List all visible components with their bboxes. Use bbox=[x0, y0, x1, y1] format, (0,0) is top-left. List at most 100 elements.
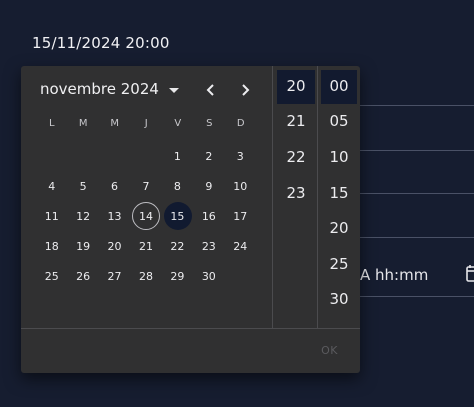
chevron-right-icon bbox=[242, 84, 250, 96]
day-cell[interactable]: 16 bbox=[193, 201, 224, 231]
form-divider bbox=[360, 150, 474, 151]
calendar-divider bbox=[272, 66, 273, 328]
day-cell[interactable]: 21 bbox=[130, 231, 161, 261]
month-selector[interactable]: novembre 2024 bbox=[40, 80, 179, 98]
time-format-placeholder: A hh:mm bbox=[360, 266, 429, 284]
day-number: 21 bbox=[138, 239, 153, 253]
day-cell[interactable]: 28 bbox=[130, 261, 161, 291]
actions-divider bbox=[21, 328, 360, 329]
hour-option[interactable]: 22 bbox=[274, 139, 318, 175]
day-number: 12 bbox=[76, 209, 91, 223]
empty-day-cell bbox=[225, 261, 256, 291]
day-number: 28 bbox=[138, 269, 153, 283]
day-number: 17 bbox=[233, 209, 248, 223]
day-cell[interactable]: 24 bbox=[225, 231, 256, 261]
calendar-icon[interactable] bbox=[466, 264, 474, 282]
minute-option[interactable]: 00 bbox=[318, 68, 360, 104]
day-cell[interactable]: 7 bbox=[130, 171, 161, 201]
day-number: 20 bbox=[107, 239, 122, 253]
hour-list[interactable]: 20 21 22 23 bbox=[274, 66, 318, 210]
day-cell[interactable]: 1 bbox=[162, 141, 193, 171]
empty-day-cell bbox=[67, 141, 98, 171]
day-cell[interactable]: 6 bbox=[99, 171, 130, 201]
minute-option[interactable]: 15 bbox=[318, 175, 360, 211]
previous-month-button[interactable] bbox=[199, 78, 223, 102]
day-cell[interactable]: 3 bbox=[225, 141, 256, 171]
minute-option[interactable]: 20 bbox=[318, 210, 360, 246]
day-number: 10 bbox=[233, 179, 248, 193]
datetime-picker-popup: novembre 2024 LMMJVSD 1 2 3 4 5 6 7 8 9 10 11 12 13 1… bbox=[21, 66, 360, 373]
form-divider bbox=[360, 296, 474, 297]
day-number: 25 bbox=[44, 269, 59, 283]
minute-option-label: 05 bbox=[329, 112, 349, 131]
hour-option-label: 20 bbox=[286, 76, 306, 95]
month-label[interactable]: novembre 2024 bbox=[40, 80, 159, 98]
hour-option-label: 21 bbox=[286, 112, 306, 131]
calendar-week-row: 18 19 20 21 22 23 24 bbox=[36, 231, 256, 261]
day-number: 19 bbox=[76, 239, 91, 253]
minute-option[interactable]: 10 bbox=[318, 139, 360, 175]
minute-option[interactable]: 05 bbox=[318, 104, 360, 140]
form-divider bbox=[360, 237, 474, 238]
day-cell[interactable]: 30 bbox=[193, 261, 224, 291]
day-cell[interactable]: 27 bbox=[99, 261, 130, 291]
day-number: 15 bbox=[170, 209, 185, 223]
hour-option-label: 23 bbox=[286, 183, 306, 202]
day-number: 14 bbox=[138, 209, 153, 223]
day-cell[interactable]: 2 bbox=[193, 141, 224, 171]
hour-option[interactable]: 20 bbox=[274, 68, 318, 104]
day-cell[interactable]: 26 bbox=[67, 261, 98, 291]
day-cell[interactable]: 9 bbox=[193, 171, 224, 201]
weekday-label: M bbox=[78, 118, 88, 129]
day-cell[interactable]: 12 bbox=[67, 201, 98, 231]
day-number: 29 bbox=[170, 269, 185, 283]
day-cell[interactable]: 17 bbox=[225, 201, 256, 231]
day-number: 1 bbox=[173, 149, 181, 163]
day-cell[interactable]: 15 bbox=[162, 201, 193, 231]
weekday-label: D bbox=[236, 118, 245, 129]
day-number: 11 bbox=[44, 209, 59, 223]
day-number: 7 bbox=[142, 179, 150, 193]
day-number: 6 bbox=[111, 179, 119, 193]
minute-option[interactable]: 30 bbox=[318, 282, 360, 318]
day-number: 18 bbox=[44, 239, 59, 253]
hour-option[interactable]: 21 bbox=[274, 104, 318, 140]
day-number: 4 bbox=[48, 179, 56, 193]
day-cell[interactable]: 4 bbox=[36, 171, 67, 201]
day-cell[interactable]: 13 bbox=[99, 201, 130, 231]
empty-day-cell bbox=[99, 141, 130, 171]
day-cell[interactable]: 29 bbox=[162, 261, 193, 291]
day-cell[interactable]: 22 bbox=[162, 231, 193, 261]
ok-button[interactable]: OK bbox=[321, 344, 338, 357]
day-number: 9 bbox=[205, 179, 213, 193]
day-cell[interactable]: 8 bbox=[162, 171, 193, 201]
hour-option[interactable]: 23 bbox=[274, 175, 318, 211]
weekday-label: L bbox=[48, 118, 55, 129]
day-number: 3 bbox=[236, 149, 244, 163]
next-month-button[interactable] bbox=[233, 78, 257, 102]
caret-down-icon[interactable] bbox=[168, 87, 179, 93]
minute-option[interactable]: 25 bbox=[318, 246, 360, 282]
day-number: 23 bbox=[201, 239, 216, 253]
day-cell[interactable]: 19 bbox=[67, 231, 98, 261]
day-cell[interactable]: 5 bbox=[67, 171, 98, 201]
day-cell[interactable]: 20 bbox=[99, 231, 130, 261]
day-cell[interactable]: 11 bbox=[36, 201, 67, 231]
day-number: 30 bbox=[201, 269, 216, 283]
form-divider bbox=[360, 105, 474, 106]
day-cell[interactable]: 10 bbox=[225, 171, 256, 201]
day-cell[interactable]: 25 bbox=[36, 261, 67, 291]
empty-day-cell bbox=[130, 141, 161, 171]
day-number: 13 bbox=[107, 209, 122, 223]
day-cell[interactable]: 18 bbox=[36, 231, 67, 261]
day-number: 22 bbox=[170, 239, 185, 253]
minute-option-label: 25 bbox=[329, 254, 349, 273]
weekday-label: J bbox=[144, 118, 148, 129]
day-cell[interactable]: 23 bbox=[193, 231, 224, 261]
calendar-week-row: 11 12 13 14 15 16 17 bbox=[36, 201, 256, 231]
datetime-field-value[interactable]: 15/11/2024 20:00 bbox=[32, 34, 170, 52]
minute-list[interactable]: 00 05 10 15 20 25 30 bbox=[318, 66, 360, 317]
day-cell[interactable]: 14 bbox=[130, 201, 161, 231]
day-number: 16 bbox=[201, 209, 216, 223]
hour-option-label: 22 bbox=[286, 147, 306, 166]
